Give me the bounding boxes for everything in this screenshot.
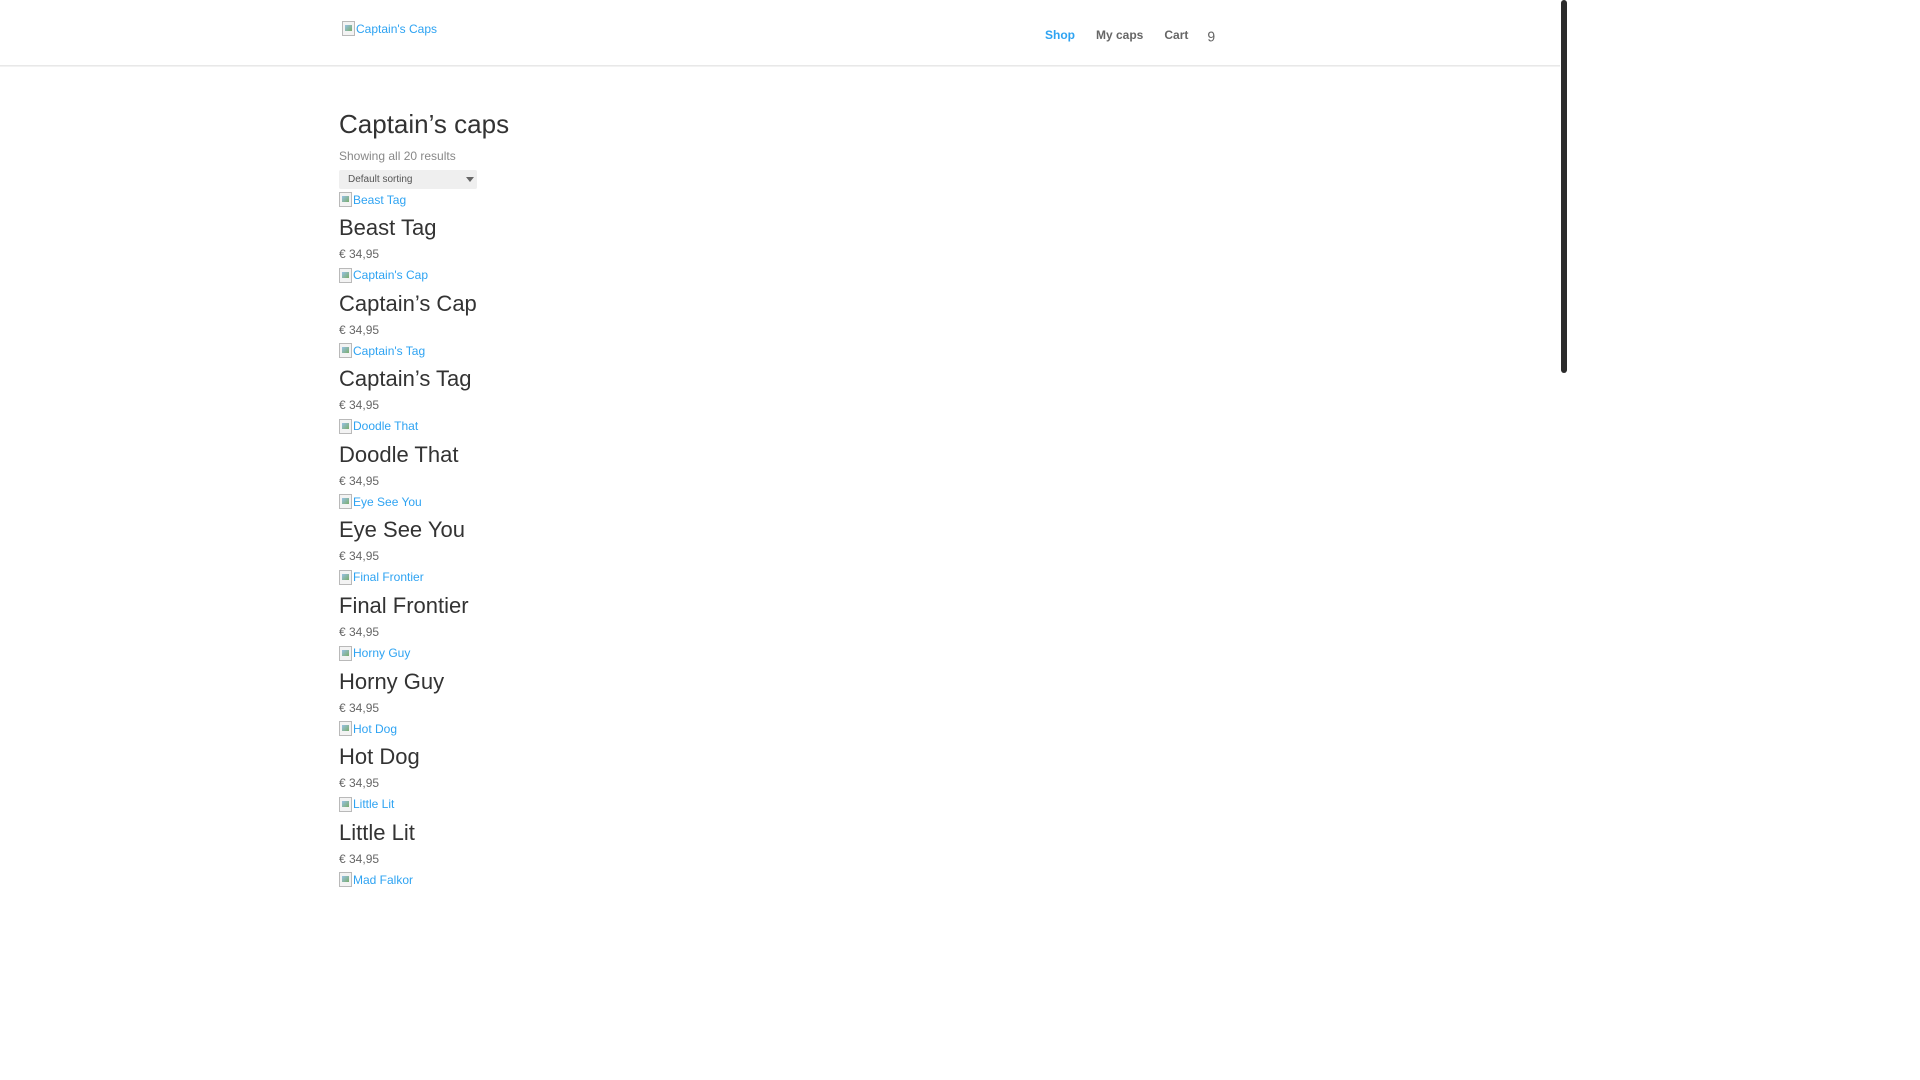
result-count: Showing all 20 results: [339, 149, 456, 163]
product-image-alt: Final Frontier: [353, 570, 424, 585]
search-icon[interactable]: 9: [1207, 28, 1215, 45]
page-title: Captain’s caps: [339, 109, 510, 139]
product-price: € 34,95: [339, 322, 380, 337]
product-item: Captain's Tag Captain’s Tag € 34,95: [339, 340, 1219, 416]
broken-image-icon: [339, 796, 352, 812]
product-item: Hot Dog Hot Dog € 34,95: [339, 718, 1219, 794]
nav-item-cart[interactable]: Cart: [1164, 28, 1188, 42]
product-image-link[interactable]: Captain's Tag: [339, 340, 1219, 359]
product-image-alt: Doodle That: [353, 419, 419, 434]
site-logo[interactable]: Captain's Caps: [342, 21, 437, 36]
main-nav: Shop My caps Cart 9: [1045, 26, 1215, 45]
main-content: Captain’s caps Showing all 20 results De…: [339, 108, 1219, 945]
product-item: Final Frontier Final Frontier € 34,95: [339, 567, 1219, 643]
broken-image-icon: [339, 267, 352, 283]
logo-alt-text: Captain's Caps: [356, 21, 437, 36]
product-image-link[interactable]: Horny Guy: [339, 643, 1219, 661]
product-item: Eye See You Eye See You € 34,95: [339, 491, 1219, 567]
sort-select[interactable]: Default sorting: [339, 170, 477, 189]
product-title[interactable]: Horny Guy: [339, 669, 1219, 695]
product-price: € 34,95: [339, 398, 380, 413]
product-image-link[interactable]: Hot Dog: [339, 718, 1219, 737]
product-item: Beast Tag Beast Tag € 34,95: [339, 189, 1219, 265]
product-image-link[interactable]: Mad Falkor: [339, 869, 1219, 888]
broken-image-icon: [339, 872, 352, 888]
broken-image-icon: [339, 645, 352, 661]
product-item: Horny Guy Horny Guy € 34,95: [339, 643, 1219, 719]
product-title[interactable]: Eye See You: [339, 517, 1219, 543]
broken-image-icon: [339, 418, 352, 434]
broken-image-icon: [339, 343, 352, 359]
broken-image-icon: [342, 21, 355, 36]
product-image-alt: Mad Falkor: [353, 872, 414, 887]
sort-select-value: Default sorting: [348, 174, 413, 185]
product-price: € 34,95: [339, 776, 380, 791]
broken-image-icon: [339, 569, 352, 585]
nav-item-my-caps[interactable]: My caps: [1096, 28, 1143, 42]
chevron-down-icon: [466, 177, 474, 182]
product-image-link[interactable]: Doodle That: [339, 416, 1219, 434]
product-title[interactable]: Beast Tag: [339, 215, 1219, 241]
product-price: € 34,95: [339, 624, 380, 639]
product-image-alt: Captain's Cap: [353, 268, 428, 283]
product-image-alt: Beast Tag: [353, 192, 407, 207]
product-price: € 34,95: [339, 851, 380, 866]
product-price: € 34,95: [339, 700, 380, 715]
product-image-alt: Eye See You: [353, 494, 422, 509]
product-image-alt: Little Lit: [353, 797, 395, 812]
product-title[interactable]: Hot Dog: [339, 744, 1219, 770]
scrollbar-thumb[interactable]: [1561, 0, 1567, 373]
product-item: Doodle That Doodle That € 34,95: [339, 416, 1219, 492]
broken-image-icon: [339, 721, 352, 737]
broken-image-icon: [339, 192, 352, 207]
product-list: Beast Tag Beast Tag € 34,95 Captain's Ca…: [339, 189, 1219, 945]
site-header: Captain's Caps Shop My caps Cart 9: [0, 0, 1560, 66]
product-image-link[interactable]: Final Frontier: [339, 567, 1219, 585]
broken-image-icon: [339, 494, 352, 510]
product-price: € 34,95: [339, 247, 380, 261]
product-image-link[interactable]: Little Lit: [339, 794, 1219, 812]
product-image-alt: Captain's Tag: [353, 343, 426, 358]
product-title[interactable]: Captain’s Cap: [339, 291, 1219, 317]
product-image-alt: Horny Guy: [353, 646, 411, 661]
product-price: € 34,95: [339, 473, 380, 488]
product-title[interactable]: Captain’s Tag: [339, 366, 1219, 392]
product-item: Mad Falkor: [339, 869, 1219, 945]
product-image-link[interactable]: Eye See You: [339, 491, 1219, 510]
product-title[interactable]: Little Lit: [339, 820, 1219, 846]
product-title[interactable]: Final Frontier: [339, 593, 1219, 619]
product-image-link[interactable]: Captain's Cap: [339, 265, 1219, 283]
nav-item-shop[interactable]: Shop: [1045, 28, 1075, 42]
product-price: € 34,95: [339, 549, 380, 564]
product-item: Little Lit Little Lit € 34,95: [339, 794, 1219, 870]
product-title[interactable]: Doodle That: [339, 442, 1219, 468]
product-image-link[interactable]: Beast Tag: [339, 189, 1219, 207]
product-image-alt: Hot Dog: [353, 721, 398, 736]
product-item: Captain's Cap Captain’s Cap € 34,95: [339, 265, 1219, 341]
page-scrollbar[interactable]: [1560, 0, 1568, 882]
